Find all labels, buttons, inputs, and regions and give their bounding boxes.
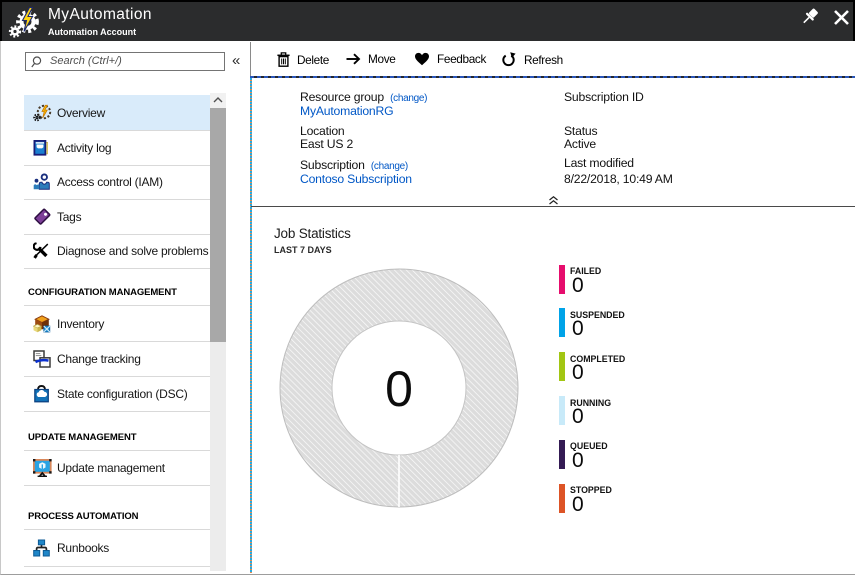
- svg-text:0: 0: [385, 361, 413, 417]
